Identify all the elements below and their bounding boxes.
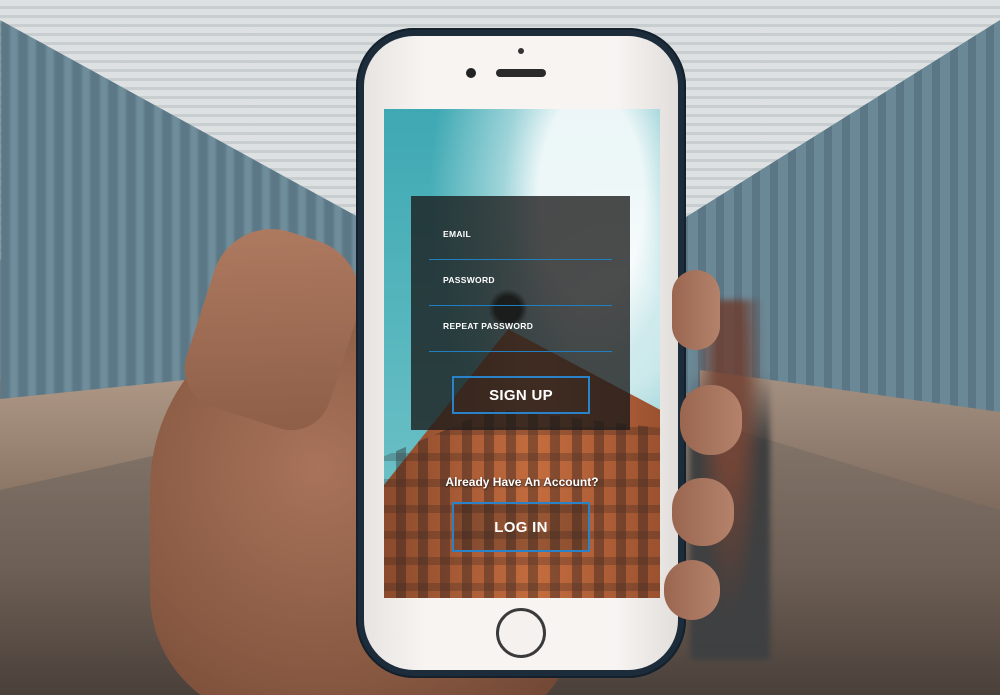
repeat-password-label: REPEAT PASSWORD: [443, 321, 534, 331]
signup-button[interactable]: SIGN UP: [452, 376, 590, 414]
signup-form: EMAIL PASSWORD REPEAT PASSWORD SIGN UP: [411, 196, 630, 430]
phone-screen: EMAIL PASSWORD REPEAT PASSWORD SIGN UP A…: [384, 109, 660, 598]
password-field[interactable]: PASSWORD: [429, 275, 616, 306]
finger-little: [664, 560, 720, 620]
login-button[interactable]: LOG IN: [452, 502, 590, 552]
password-input[interactable]: [429, 285, 616, 305]
email-field[interactable]: EMAIL: [429, 229, 616, 260]
finger-ring: [672, 478, 734, 546]
finger-middle: [680, 385, 742, 455]
home-button[interactable]: [496, 608, 546, 658]
earpiece-icon: [496, 69, 546, 77]
sensor-icon: [518, 48, 524, 54]
repeat-password-field[interactable]: REPEAT PASSWORD: [429, 321, 616, 352]
email-input[interactable]: [429, 239, 616, 259]
account-prompt: Already Have An Account?: [445, 475, 599, 489]
front-camera-icon: [466, 68, 476, 78]
background-photo: EMAIL PASSWORD REPEAT PASSWORD SIGN UP A…: [0, 0, 1000, 695]
repeat-password-input[interactable]: [429, 331, 616, 351]
password-label: PASSWORD: [443, 275, 495, 285]
email-label: EMAIL: [443, 229, 471, 239]
finger-top: [672, 270, 720, 350]
